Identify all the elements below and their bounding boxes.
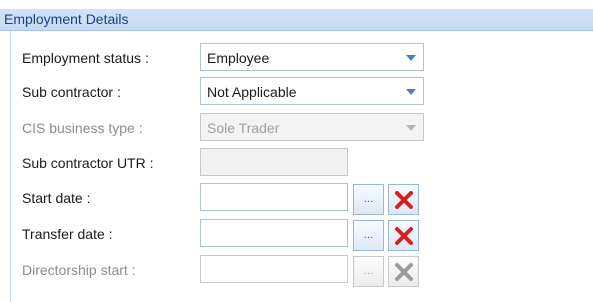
sub-contractor-row: Sub contractor : Not Applicable <box>0 77 593 107</box>
red-x-icon <box>395 227 413 245</box>
sub-contractor-value: Not Applicable <box>207 84 297 100</box>
start-date-label: Start date : <box>22 190 91 206</box>
employment-status-label: Employment status : <box>22 50 149 66</box>
transfer-date-picker-button[interactable]: ... <box>353 220 384 251</box>
panel-title: Employment Details <box>4 11 129 27</box>
start-date-field[interactable] <box>200 183 348 211</box>
sub-contractor-utr-label: Sub contractor UTR : <box>22 155 154 171</box>
transfer-date-row: Transfer date : ... <box>0 219 593 251</box>
directorship-start-picker-button: ... <box>353 256 384 287</box>
transfer-date-label: Transfer date : <box>22 226 113 242</box>
chevron-down-icon <box>406 125 416 131</box>
start-date-clear-button[interactable] <box>388 184 419 215</box>
employment-status-dropdown[interactable]: Employee <box>200 43 424 71</box>
sub-contractor-utr-field <box>200 148 348 176</box>
employment-status-value: Employee <box>207 50 270 66</box>
directorship-start-clear-button <box>388 256 419 287</box>
sub-contractor-dropdown[interactable]: Not Applicable <box>200 77 424 105</box>
cis-business-type-row: CIS business type : Sole Trader <box>0 113 593 143</box>
cis-business-type-value: Sole Trader <box>207 120 280 136</box>
chevron-down-icon[interactable] <box>406 89 416 95</box>
employment-status-row: Employment status : Employee <box>0 43 593 73</box>
transfer-date-field[interactable] <box>200 219 348 247</box>
start-date-row: Start date : ... <box>0 183 593 215</box>
sub-contractor-label: Sub contractor : <box>22 84 121 100</box>
directorship-start-label: Directorship start : <box>22 262 136 278</box>
cis-business-type-dropdown: Sole Trader <box>200 113 424 141</box>
panel-header: Employment Details <box>0 9 593 31</box>
employment-details-panel: Employment Details Employment status : E… <box>0 0 593 302</box>
chevron-down-icon[interactable] <box>406 55 416 61</box>
red-x-icon <box>395 191 413 209</box>
directorship-start-field <box>200 255 348 283</box>
sub-contractor-utr-row: Sub contractor UTR : <box>0 148 593 178</box>
grey-x-icon <box>395 263 413 281</box>
cis-business-type-label: CIS business type : <box>22 120 143 136</box>
transfer-date-clear-button[interactable] <box>388 220 419 251</box>
start-date-picker-button[interactable]: ... <box>353 184 384 215</box>
directorship-start-row: Directorship start : ... <box>0 255 593 287</box>
